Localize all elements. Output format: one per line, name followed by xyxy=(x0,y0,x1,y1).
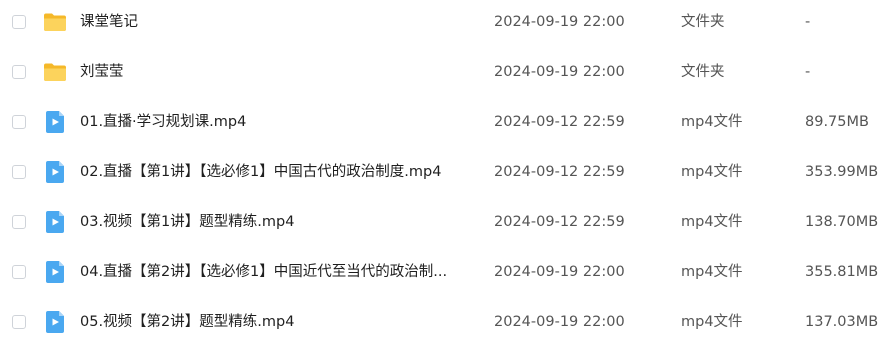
file-size: - xyxy=(805,14,811,30)
file-row[interactable]: 课堂笔记 2024-09-19 22:00 文件夹 - xyxy=(0,0,896,50)
file-date: 2024-09-12 22:59 xyxy=(494,214,625,230)
file-date: 2024-09-19 22:00 xyxy=(494,314,625,330)
row-checkbox[interactable] xyxy=(12,265,26,279)
file-type: mp4文件 xyxy=(681,214,743,230)
file-date: 2024-09-12 22:59 xyxy=(494,164,625,180)
video-file-icon xyxy=(43,210,67,234)
file-name[interactable]: 02.直播【第1讲】【选必修1】中国古代的政治制度.mp4 xyxy=(80,162,441,182)
row-checkbox[interactable] xyxy=(12,65,26,79)
row-checkbox[interactable] xyxy=(12,15,26,29)
file-size: 138.70MB xyxy=(805,214,879,230)
file-type: mp4文件 xyxy=(681,264,743,280)
file-size: 353.99MB xyxy=(805,164,879,180)
row-checkbox[interactable] xyxy=(12,215,26,229)
file-row[interactable]: 01.直播·学习规划课.mp4 2024-09-12 22:59 mp4文件 8… xyxy=(0,100,896,150)
file-type: mp4文件 xyxy=(681,114,743,130)
file-type: mp4文件 xyxy=(681,314,743,330)
file-date: 2024-09-19 22:00 xyxy=(494,264,625,280)
file-name[interactable]: 03.视频【第1讲】题型精练.mp4 xyxy=(80,212,294,232)
file-name[interactable]: 04.直播【第2讲】【选必修1】中国近代至当代的政治制... xyxy=(80,262,447,282)
file-name[interactable]: 05.视频【第2讲】题型精练.mp4 xyxy=(80,312,294,332)
file-row[interactable]: 03.视频【第1讲】题型精练.mp4 2024-09-12 22:59 mp4文… xyxy=(0,200,896,250)
file-date: 2024-09-12 22:59 xyxy=(494,114,625,130)
file-date: 2024-09-19 22:00 xyxy=(494,14,625,30)
file-name[interactable]: 课堂笔记 xyxy=(80,12,138,32)
file-type: 文件夹 xyxy=(681,14,725,30)
file-name[interactable]: 01.直播·学习规划课.mp4 xyxy=(80,112,246,132)
file-row[interactable]: 05.视频【第2讲】题型精练.mp4 2024-09-19 22:00 mp4文… xyxy=(0,300,896,350)
file-list: 课堂笔记 2024-09-19 22:00 文件夹 - 刘莹莹 2024-09-… xyxy=(0,0,896,337)
row-checkbox[interactable] xyxy=(12,165,26,179)
video-file-icon xyxy=(43,160,67,184)
file-row[interactable]: 刘莹莹 2024-09-19 22:00 文件夹 - xyxy=(0,50,896,100)
file-size: 355.81MB xyxy=(805,264,879,280)
row-checkbox[interactable] xyxy=(12,315,26,329)
file-row[interactable]: 02.直播【第1讲】【选必修1】中国古代的政治制度.mp4 2024-09-12… xyxy=(0,150,896,200)
file-row[interactable]: 04.直播【第2讲】【选必修1】中国近代至当代的政治制... 2024-09-1… xyxy=(0,250,896,300)
file-name[interactable]: 刘莹莹 xyxy=(80,62,124,82)
file-date: 2024-09-19 22:00 xyxy=(494,64,625,80)
file-type: mp4文件 xyxy=(681,164,743,180)
file-size: 137.03MB xyxy=(805,314,879,330)
file-size: - xyxy=(805,64,811,80)
folder-icon xyxy=(43,60,67,84)
row-checkbox[interactable] xyxy=(12,115,26,129)
video-file-icon xyxy=(43,110,67,134)
folder-icon xyxy=(43,10,67,34)
video-file-icon xyxy=(43,260,67,284)
file-size: 89.75MB xyxy=(805,114,869,130)
file-type: 文件夹 xyxy=(681,64,725,80)
video-file-icon xyxy=(43,310,67,334)
